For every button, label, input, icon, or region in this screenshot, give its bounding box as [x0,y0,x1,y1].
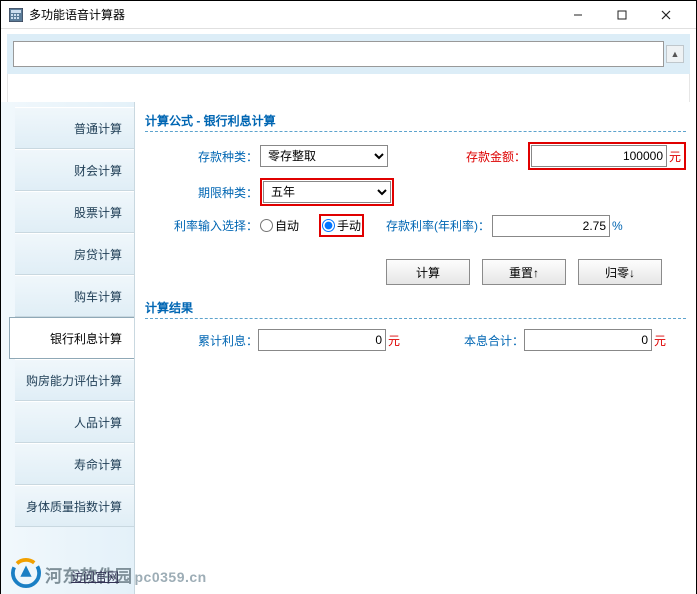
tab-stock-calc[interactable]: 股票计算 [15,191,134,233]
deposit-amount-input[interactable] [531,145,667,167]
result-title: 计算结果 [145,297,686,318]
rate-input[interactable] [492,215,610,237]
interest-unit: 元 [388,332,402,349]
rate-label: 存款利率(年利率)： [364,217,490,234]
tab-personality-calc[interactable]: 人品计算 [15,401,134,443]
deposit-amount-label: 存款金额： [388,148,526,165]
interest-output [258,329,386,351]
deposit-type-label: 存款种类： [145,148,258,165]
calculate-button[interactable]: 计算 [386,259,470,285]
close-button[interactable] [644,1,688,29]
zero-button[interactable]: 归零↓ [578,259,662,285]
reset-button[interactable]: 重置↑ [482,259,566,285]
term-select[interactable]: 五年 [263,181,391,203]
brand-text: 河东软件园pc0359.cn [45,567,207,586]
minimize-button[interactable] [556,1,600,29]
titlebar: 多功能语音计算器 [1,1,696,29]
rate-unit: % [612,219,623,233]
formula-title: 计算公式 - 银行利息计算 [145,110,686,131]
app-icon [9,8,23,22]
tab-basic-calc[interactable]: 普通计算 [15,107,134,149]
tab-accounting-calc[interactable]: 财会计算 [15,149,134,191]
tab-bmi-calc[interactable]: 身体质量指数计算 [15,485,134,527]
maximize-button[interactable] [600,1,644,29]
tab-bank-interest-calc[interactable]: 银行利息计算 [9,317,134,359]
interest-label: 累计利息： [145,332,258,349]
content-panel: 计算公式 - 银行利息计算 存款种类： 零存整取 存款金额： 元 期限种类： 五… [135,102,696,594]
term-label: 期限种类： [145,184,258,201]
tab-lifespan-calc[interactable]: 寿命计算 [15,443,134,485]
tab-carloan-calc[interactable]: 购车计算 [15,275,134,317]
tab-mortgage-calc[interactable]: 房贷计算 [15,233,134,275]
rate-auto-radio[interactable]: 自动 [260,217,299,234]
expression-bar: ▲ [7,34,690,74]
total-unit: 元 [654,332,668,349]
amount-unit: 元 [669,148,683,165]
sidebar: 普通计算 财会计算 股票计算 房贷计算 购车计算 银行利息计算 购房能力评估计算… [1,102,135,594]
tab-housing-ability-calc[interactable]: 购房能力评估计算 [15,359,134,401]
scroll-up-button[interactable]: ▲ [666,45,684,63]
window-title: 多功能语音计算器 [29,6,556,23]
rate-manual-radio[interactable]: 手动 [322,217,361,234]
rate-mode-label: 利率输入选择： [145,217,258,234]
brand-logo-icon [11,558,41,588]
expression-input[interactable] [13,41,664,67]
total-output [524,329,652,351]
deposit-type-select[interactable]: 零存整取 [260,145,388,167]
total-label: 本息合计： [402,332,524,349]
visit-website-link[interactable]: 访问官网 [71,568,119,585]
result-bar [7,74,690,102]
